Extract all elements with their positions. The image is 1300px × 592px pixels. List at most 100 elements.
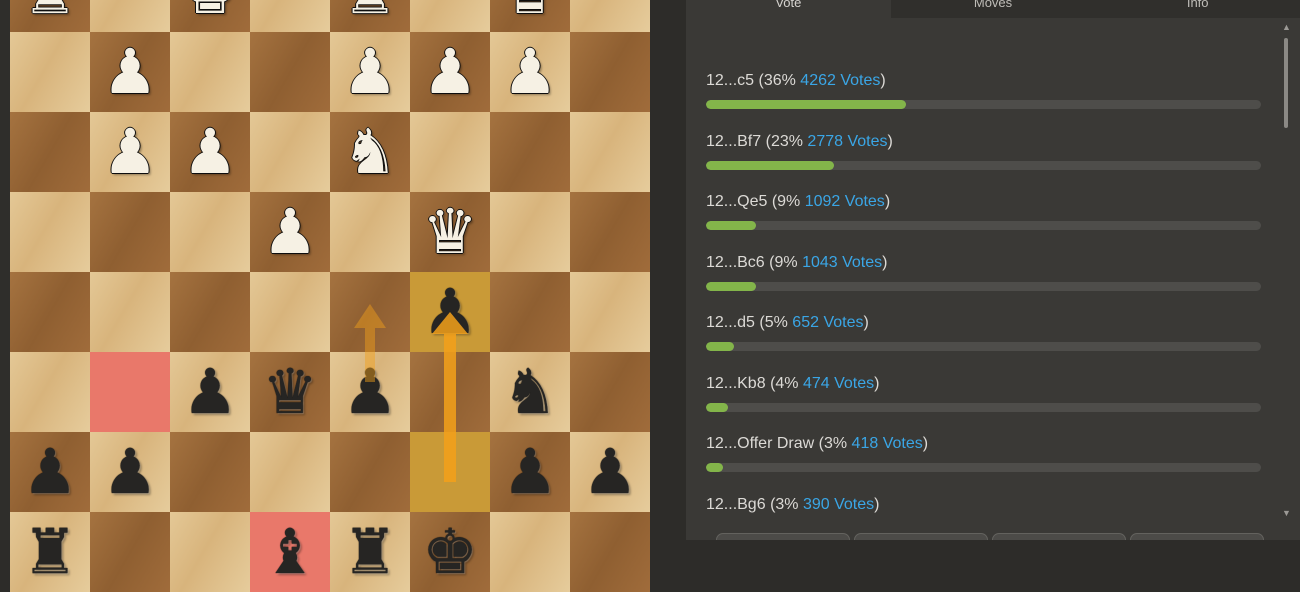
square-g5[interactable] xyxy=(490,192,570,272)
square-a6[interactable] xyxy=(10,112,90,192)
square-b1[interactable] xyxy=(90,512,170,592)
square-d7[interactable] xyxy=(250,32,330,112)
square-c3[interactable]: ♟ xyxy=(170,352,250,432)
square-d5[interactable]: ♟ xyxy=(250,192,330,272)
square-g6[interactable] xyxy=(490,112,570,192)
square-a4[interactable] xyxy=(10,272,90,352)
black-knight-icon[interactable]: ♞ xyxy=(502,361,558,423)
square-b6[interactable]: ♟ xyxy=(90,112,170,192)
square-h2[interactable]: ♟ xyxy=(570,432,650,512)
square-d2[interactable] xyxy=(250,432,330,512)
square-b3[interactable] xyxy=(90,352,170,432)
square-e8[interactable]: ♜ xyxy=(330,0,410,32)
vote-option[interactable]: 12...Offer Draw (3% 418 Votes) xyxy=(706,425,1261,486)
white-pawn-icon[interactable]: ♟ xyxy=(182,121,238,183)
black-bishop-icon[interactable]: ♝ xyxy=(262,521,318,583)
square-d8[interactable] xyxy=(250,0,330,32)
black-rook-icon[interactable]: ♜ xyxy=(22,521,78,583)
square-b2[interactable]: ♟ xyxy=(90,432,170,512)
square-c2[interactable] xyxy=(170,432,250,512)
vote-option[interactable]: 12...Bf7 (23% 2778 Votes) xyxy=(706,123,1261,184)
black-pawn-icon[interactable]: ♟ xyxy=(102,441,158,503)
action-button[interactable] xyxy=(992,533,1126,540)
tab-info[interactable]: Info xyxy=(1095,0,1300,18)
square-f1[interactable]: ♚ xyxy=(410,512,490,592)
white-pawn-icon[interactable]: ♟ xyxy=(342,41,398,103)
square-h1[interactable] xyxy=(570,512,650,592)
square-d3[interactable]: ♛ xyxy=(250,352,330,432)
square-a8[interactable]: ♜ xyxy=(10,0,90,32)
white-knight-icon[interactable]: ♞ xyxy=(342,121,398,183)
scrollbar-thumb[interactable] xyxy=(1284,38,1288,128)
square-g2[interactable]: ♟ xyxy=(490,432,570,512)
square-h8[interactable] xyxy=(570,0,650,32)
white-pawn-icon[interactable]: ♟ xyxy=(102,121,158,183)
square-a2[interactable]: ♟ xyxy=(10,432,90,512)
white-pawn-icon[interactable]: ♟ xyxy=(502,41,558,103)
black-rook-icon[interactable]: ♜ xyxy=(342,521,398,583)
square-f6[interactable] xyxy=(410,112,490,192)
square-e3[interactable]: ♟ xyxy=(330,352,410,432)
action-button[interactable] xyxy=(716,533,850,540)
square-f3[interactable] xyxy=(410,352,490,432)
square-f8[interactable] xyxy=(410,0,490,32)
square-e2[interactable] xyxy=(330,432,410,512)
square-c4[interactable] xyxy=(170,272,250,352)
scroll-down-arrow-icon[interactable]: ▼ xyxy=(1282,508,1291,518)
action-button[interactable] xyxy=(1130,533,1264,540)
square-g7[interactable]: ♟ xyxy=(490,32,570,112)
white-pawn-icon[interactable]: ♟ xyxy=(262,201,318,263)
square-h6[interactable] xyxy=(570,112,650,192)
vote-option[interactable]: 12...Bc6 (9% 1043 Votes) xyxy=(706,244,1261,305)
square-c1[interactable] xyxy=(170,512,250,592)
black-pawn-icon[interactable]: ♟ xyxy=(502,441,558,503)
vote-option[interactable]: 12...Kb8 (4% 474 Votes) xyxy=(706,365,1261,426)
square-d6[interactable] xyxy=(250,112,330,192)
black-queen-icon[interactable]: ♛ xyxy=(262,361,318,423)
white-rook-icon[interactable]: ♜ xyxy=(342,0,398,23)
square-g8[interactable]: ♛ xyxy=(490,0,570,32)
scroll-up-arrow-icon[interactable]: ▲ xyxy=(1282,22,1291,32)
square-c8[interactable]: ♚ xyxy=(170,0,250,32)
square-b4[interactable] xyxy=(90,272,170,352)
vote-option[interactable]: 12...Qe5 (9% 1092 Votes) xyxy=(706,183,1261,244)
action-button[interactable] xyxy=(854,533,988,540)
square-f4[interactable]: ♟ xyxy=(410,272,490,352)
square-b5[interactable] xyxy=(90,192,170,272)
square-g1[interactable] xyxy=(490,512,570,592)
tab-vote[interactable]: Vote xyxy=(686,0,891,18)
black-king-icon[interactable]: ♚ xyxy=(422,521,478,583)
square-e7[interactable]: ♟ xyxy=(330,32,410,112)
white-pawn-icon[interactable]: ♟ xyxy=(102,41,158,103)
square-f5[interactable]: ♛ xyxy=(410,192,490,272)
black-pawn-icon[interactable]: ♟ xyxy=(582,441,638,503)
vote-option[interactable]: 12...Bg6 (3% 390 Votes) xyxy=(706,486,1261,541)
square-h3[interactable] xyxy=(570,352,650,432)
black-pawn-icon[interactable]: ♟ xyxy=(422,281,478,343)
square-a1[interactable]: ♜ xyxy=(10,512,90,592)
square-d4[interactable] xyxy=(250,272,330,352)
black-pawn-icon[interactable]: ♟ xyxy=(342,361,398,423)
square-h5[interactable] xyxy=(570,192,650,272)
square-f7[interactable]: ♟ xyxy=(410,32,490,112)
square-c7[interactable] xyxy=(170,32,250,112)
white-rook-icon[interactable]: ♜ xyxy=(22,0,78,23)
square-a3[interactable] xyxy=(10,352,90,432)
square-c5[interactable] xyxy=(170,192,250,272)
square-h7[interactable] xyxy=(570,32,650,112)
vote-option[interactable]: 12...d5 (5% 652 Votes) xyxy=(706,304,1261,365)
white-pawn-icon[interactable]: ♟ xyxy=(422,41,478,103)
square-e5[interactable] xyxy=(330,192,410,272)
square-a7[interactable] xyxy=(10,32,90,112)
vote-option[interactable]: 12...c5 (36% 4262 Votes) xyxy=(706,62,1261,123)
square-b7[interactable]: ♟ xyxy=(90,32,170,112)
square-e4[interactable] xyxy=(330,272,410,352)
white-queen-icon[interactable]: ♛ xyxy=(502,0,558,23)
tab-moves[interactable]: Moves xyxy=(890,0,1096,18)
square-f2[interactable] xyxy=(410,432,490,512)
square-g3[interactable]: ♞ xyxy=(490,352,570,432)
square-c6[interactable]: ♟ xyxy=(170,112,250,192)
square-d1[interactable]: ♝ xyxy=(250,512,330,592)
chess-board[interactable]: ♜ ♚ ♜ ♛ ♟ ♟ ♟ ♟ ♟ ♟ ♞ ♟ ♛ ♟ ♟ ♛ ♟ ♞ ♟ ♟ ♟ ♟ ♜ ♝ ♜ ♚ xyxy=(10,0,650,592)
black-pawn-icon[interactable]: ♟ xyxy=(22,441,78,503)
